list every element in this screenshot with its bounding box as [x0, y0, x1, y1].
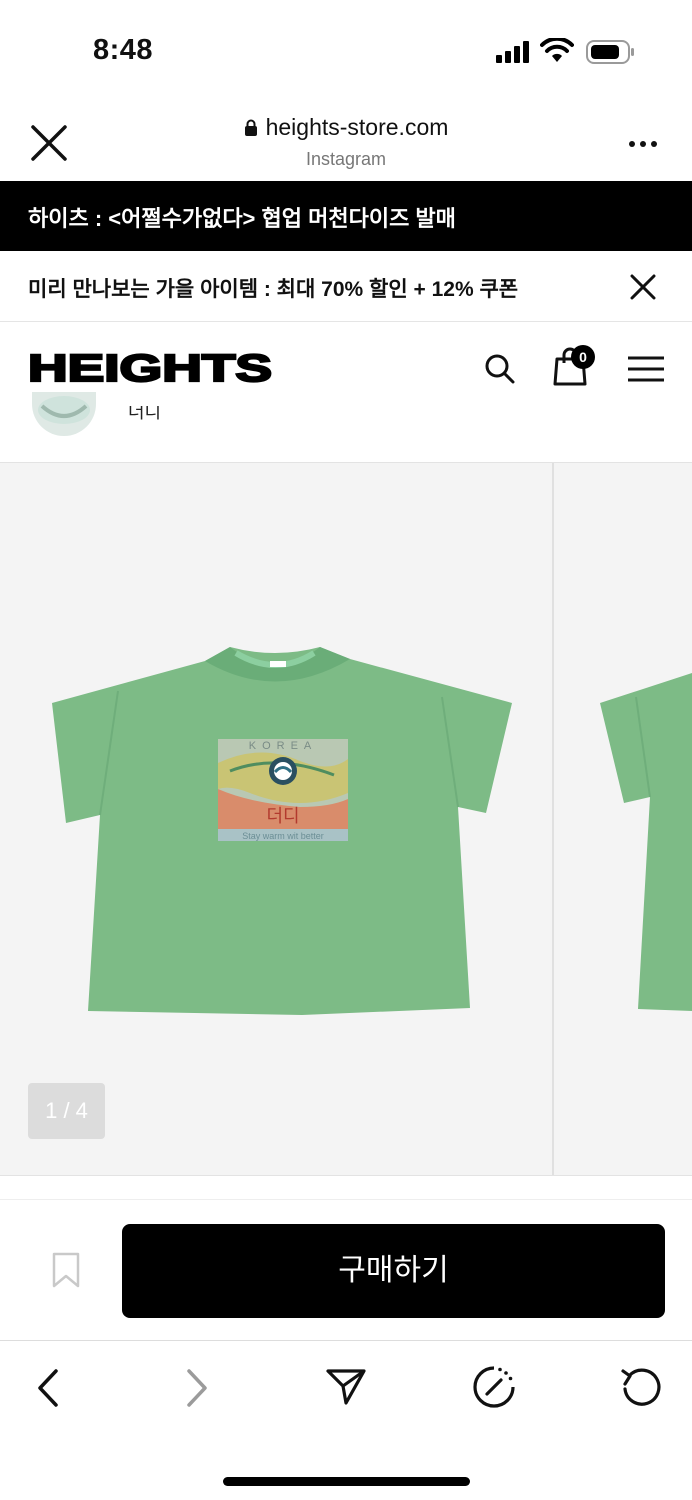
more-options-icon[interactable]: [628, 140, 658, 148]
divider: [0, 1199, 692, 1200]
search-icon[interactable]: [484, 353, 516, 385]
brand-thumbnail-image: [38, 396, 90, 424]
cellular-signal-icon: [496, 41, 529, 63]
compass-icon[interactable]: [472, 1365, 516, 1409]
battery-icon: [586, 40, 634, 64]
promo-banner[interactable]: 미리 만나보는 가을 아이템 : 최대 70% 할인 + 12% 쿠폰: [0, 251, 692, 322]
back-icon[interactable]: [36, 1368, 60, 1408]
divider: [0, 1340, 692, 1341]
wifi-icon: [540, 38, 574, 62]
url-text: heights-store.com: [265, 114, 449, 140]
home-indicator[interactable]: [223, 1477, 470, 1486]
heights-logo[interactable]: HEIGHTS: [28, 350, 272, 384]
promo-close-icon[interactable]: [630, 274, 656, 300]
buy-button[interactable]: 구매하기: [122, 1224, 665, 1318]
hamburger-menu-icon[interactable]: [627, 356, 665, 382]
cart-count-badge: 0: [571, 345, 595, 369]
forward-icon[interactable]: [185, 1368, 209, 1408]
status-time: 8:48: [93, 34, 154, 66]
brand-thumbnail[interactable]: [32, 392, 96, 436]
green-tshirt-next-image: [600, 673, 692, 1011]
lock-icon: [244, 119, 257, 136]
next-product-image-slide[interactable]: [554, 463, 692, 1175]
product-image-slide[interactable]: KOREA 더디 Stay warm wit better: [0, 463, 552, 1175]
status-bar: 8:48: [0, 0, 692, 100]
svg-text:Stay warm wit better: Stay warm wit better: [242, 831, 324, 841]
announcement-text: 하이츠 : <어쩔수가없다> 협업 머천다이즈 발매: [28, 206, 456, 231]
svg-text:더디: 더디: [266, 806, 299, 827]
promo-text: 미리 만나보는 가을 아이템 : 최대 70% 할인 + 12% 쿠폰: [28, 278, 519, 301]
address-bar[interactable]: heights-store.com: [0, 114, 692, 142]
share-icon[interactable]: [325, 1366, 367, 1406]
slide-counter: 1 / 4: [28, 1083, 105, 1139]
green-tshirt-image: KOREA 더디 Stay warm wit better: [52, 647, 512, 1015]
svg-text:KOREA: KOREA: [249, 740, 318, 752]
brand-name[interactable]: 더디: [128, 406, 161, 424]
browser-subtitle: Instagram: [305, 149, 387, 169]
svg-text:HEIGHTS: HEIGHTS: [28, 350, 272, 384]
bookmark-icon[interactable]: [52, 1252, 80, 1288]
announcement-banner[interactable]: 하이츠 : <어쩔수가없다> 협업 머천다이즈 발매: [0, 181, 692, 251]
divider: [0, 1175, 692, 1176]
reload-icon[interactable]: [620, 1365, 664, 1409]
